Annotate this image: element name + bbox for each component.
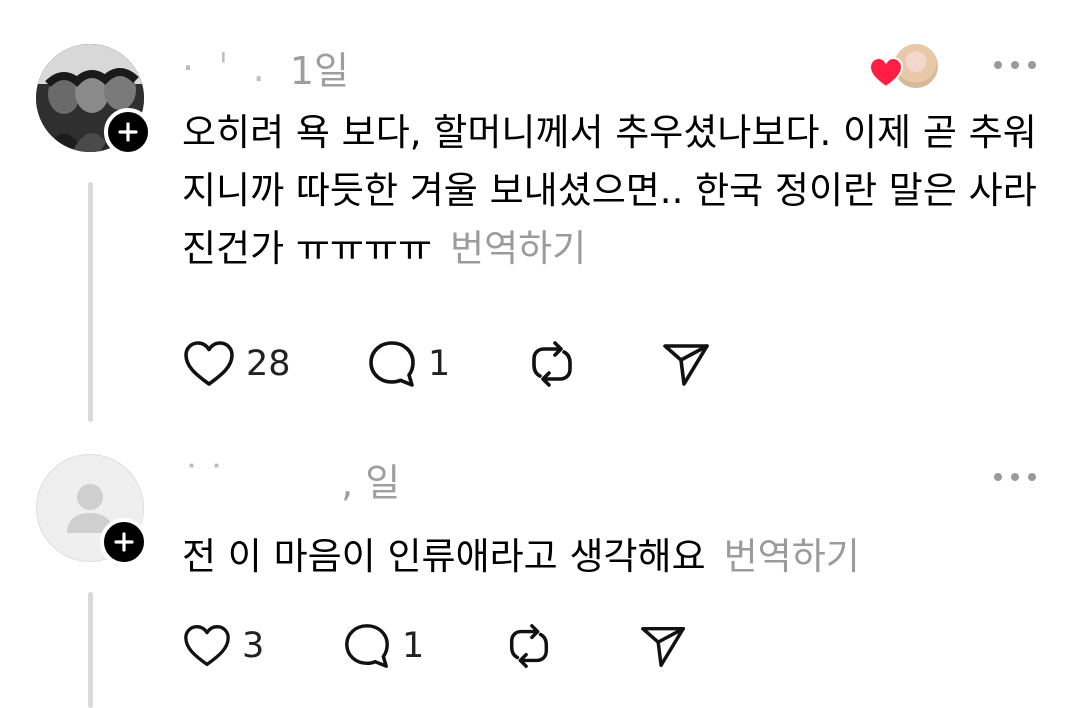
more-dot (1011, 473, 1019, 481)
post-meta: ˙˙ , 일 (182, 452, 400, 506)
reply-button[interactable]: 1 (366, 336, 450, 392)
more-dot (1028, 61, 1036, 69)
translate-link[interactable]: 번역하기 (724, 535, 860, 578)
username[interactable]: · ˈ . (182, 46, 271, 90)
post-text: 오히려 욕 보다, 할머니께서 추우셨나보다. 이제 곧 추워지니까 따듯한 겨… (182, 104, 1042, 278)
repost-button[interactable] (504, 618, 554, 674)
speech-bubble-icon (345, 624, 389, 668)
speech-bubble-icon (369, 341, 415, 387)
plus-icon (114, 532, 134, 552)
more-dot (1028, 473, 1036, 481)
filled-heart-icon (868, 56, 904, 89)
post-body: 전 이 마음이 인류애라고 생각해요 (182, 535, 706, 578)
thread-post-2: ˙˙ , 일 전 이 마음이 인류애라고 생각해요 번역하기 3 1 (0, 440, 1080, 708)
post-text: 전 이 마음이 인류애라고 생각해요 번역하기 (182, 528, 1042, 586)
send-icon (641, 626, 685, 667)
repost-icon (509, 624, 549, 668)
liked-by-author-indicator (868, 42, 940, 90)
follow-button[interactable] (104, 108, 152, 156)
repost-button[interactable] (526, 336, 578, 392)
username[interactable]: ˙˙ (182, 458, 232, 502)
like-count: 28 (246, 344, 291, 384)
like-count: 3 (242, 626, 265, 666)
thread-post-1: · ˈ . 1일 오히려 욕 보다, 할머니께서 추우셨나보다. 이제 곧 추워… (0, 0, 1080, 440)
heart-outline-icon (184, 625, 230, 667)
reply-count: 1 (402, 626, 425, 666)
follow-button[interactable] (100, 518, 148, 566)
more-options-button[interactable] (994, 58, 1036, 72)
translate-link[interactable]: 번역하기 (450, 227, 586, 270)
more-horizontal-icon (994, 473, 1002, 481)
reply-count: 1 (428, 344, 451, 384)
heart-outline-icon (184, 341, 234, 386)
thread-line (88, 592, 93, 708)
more-dot (1011, 61, 1019, 69)
reply-button[interactable]: 1 (342, 618, 424, 674)
timestamp: 1일 (289, 49, 349, 93)
post-body: 오히려 욕 보다, 할머니께서 추우셨나보다. 이제 곧 추워지니까 따듯한 겨… (182, 111, 1037, 270)
timestamp: , 일 (341, 461, 401, 505)
thread-line (88, 182, 93, 422)
plus-icon (118, 122, 138, 142)
like-button[interactable]: 28 (182, 336, 291, 392)
post-meta: · ˈ . 1일 (182, 40, 349, 94)
share-button[interactable] (638, 618, 688, 674)
repost-icon (532, 341, 572, 387)
more-horizontal-icon (994, 61, 1002, 69)
share-button[interactable] (660, 336, 712, 392)
more-options-button[interactable] (994, 470, 1036, 484)
like-button[interactable]: 3 (182, 618, 264, 674)
send-icon (663, 344, 709, 386)
